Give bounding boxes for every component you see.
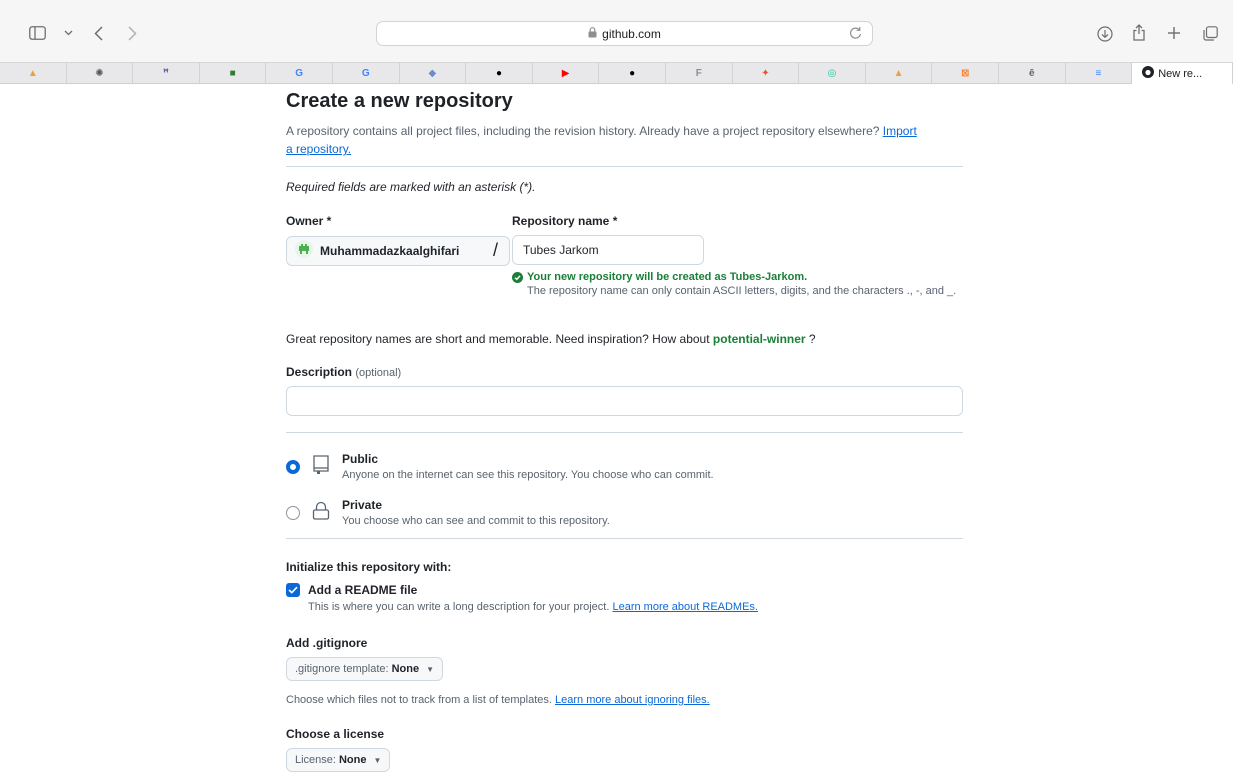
visibility-public-option[interactable]: Public Anyone on the internet can see th… bbox=[286, 452, 714, 481]
description-label: Description (optional) bbox=[286, 365, 402, 379]
back-icon[interactable] bbox=[91, 24, 105, 42]
active-tab-title: New re... bbox=[1158, 67, 1203, 80]
readme-desc: This is where you can write a long descr… bbox=[308, 601, 758, 613]
browser-tab[interactable]: ■ bbox=[200, 63, 267, 84]
private-radio[interactable] bbox=[286, 506, 300, 520]
browser-tab[interactable]: ● bbox=[466, 63, 533, 84]
browser-tab[interactable]: ✺ bbox=[67, 63, 134, 84]
repo-name-validation: Your new repository will be created as T… bbox=[512, 271, 972, 298]
teams-icon: ꟸ bbox=[162, 67, 170, 79]
name-suggestion: Great repository names are short and mem… bbox=[286, 332, 816, 346]
tab-bar: ▲ ✺ ꟸ ■ G G ◆ ● ▶ ● F ✦ ◎ ▲ ⊠ ē ≡ New re... bbox=[0, 62, 1233, 84]
license-heading: Choose a license bbox=[286, 727, 385, 741]
caret-down-icon: ▼ bbox=[426, 664, 434, 674]
repo-name-label: Repository name * bbox=[512, 214, 618, 228]
visibility-private-option[interactable]: Private You choose who can see and commi… bbox=[286, 498, 610, 527]
docs-icon: ≡ bbox=[1095, 67, 1102, 79]
aws-stack-icon: ▲ bbox=[27, 67, 38, 79]
owner-label: Owner * bbox=[286, 214, 332, 228]
aws-stack-icon: ▲ bbox=[893, 67, 904, 79]
gitignore-help: Choose which files not to track from a l… bbox=[286, 694, 710, 706]
readme-checkbox[interactable] bbox=[286, 583, 300, 597]
figma-icon: ✦ bbox=[761, 67, 770, 79]
browser-tab[interactable]: ▲ bbox=[0, 63, 67, 84]
private-title: Private bbox=[342, 498, 383, 512]
owner-select[interactable]: Muhammadazkaalghifari bbox=[286, 236, 510, 266]
github-icon: ● bbox=[495, 67, 502, 79]
browser-tab[interactable]: ▶ bbox=[533, 63, 600, 84]
browser-tab[interactable]: ● bbox=[599, 63, 666, 84]
browser-tab[interactable]: ≡ bbox=[1066, 63, 1133, 84]
owner-name: Muhammadazkaalghifari bbox=[320, 244, 460, 258]
divider bbox=[286, 432, 963, 433]
forward-icon[interactable] bbox=[125, 24, 139, 42]
url-text: github.com bbox=[602, 26, 661, 41]
youtube-icon: ▶ bbox=[561, 67, 570, 79]
github-icon: ● bbox=[629, 67, 636, 79]
app-green-icon: ■ bbox=[229, 67, 236, 79]
gitignore-learn-more-link[interactable]: Learn more about ignoring files. bbox=[555, 694, 710, 706]
license-dropdown[interactable]: License: None ▼ bbox=[286, 748, 391, 772]
browser-tab[interactable]: ✦ bbox=[733, 63, 800, 84]
browser-tab[interactable]: F bbox=[666, 63, 733, 84]
google-icon: G bbox=[361, 67, 370, 79]
browser-tab[interactable]: ⊠ bbox=[932, 63, 999, 84]
suggested-name-button[interactable]: potential-winner bbox=[713, 332, 806, 346]
checkmark-icon bbox=[288, 586, 298, 594]
public-radio[interactable] bbox=[286, 460, 300, 474]
github-icon bbox=[1142, 65, 1155, 83]
owner-repo-separator: / bbox=[493, 240, 499, 260]
new-tab-icon[interactable] bbox=[1165, 24, 1183, 42]
divider bbox=[286, 166, 963, 167]
reload-icon[interactable] bbox=[849, 26, 862, 45]
public-title: Public bbox=[342, 452, 379, 466]
chevron-down-icon[interactable] bbox=[62, 27, 74, 39]
validation-message: Your new repository will be created as T… bbox=[527, 271, 808, 283]
browser-tab[interactable]: ē bbox=[999, 63, 1066, 84]
tab-overview-icon[interactable] bbox=[1201, 24, 1219, 42]
share-icon[interactable] bbox=[1130, 22, 1148, 42]
browser-tab[interactable]: ◎ bbox=[799, 63, 866, 84]
browser-tab[interactable]: G bbox=[266, 63, 333, 84]
browser-tab[interactable]: ꟸ bbox=[133, 63, 200, 84]
lock-icon bbox=[588, 25, 597, 43]
lead-text: A repository contains all project files,… bbox=[286, 124, 917, 156]
validation-note: The repository name can only contain ASC… bbox=[527, 285, 957, 297]
browser-tab[interactable]: ◆ bbox=[400, 63, 467, 84]
downloads-icon[interactable] bbox=[1096, 25, 1114, 43]
openai-icon: ✺ bbox=[95, 67, 104, 79]
address-bar[interactable]: github.com bbox=[376, 21, 873, 46]
epub-icon: ē bbox=[1029, 67, 1035, 79]
browser-tab[interactable]: ▲ bbox=[866, 63, 933, 84]
readme-learn-more-link[interactable]: Learn more about READMEs. bbox=[612, 601, 758, 613]
repo-icon bbox=[312, 454, 334, 478]
browser-toolbar: github.com bbox=[0, 0, 1233, 62]
xampp-icon: ⊠ bbox=[960, 67, 970, 79]
page-title: Create a new repository bbox=[286, 90, 513, 112]
readme-label[interactable]: Add a README file bbox=[308, 583, 417, 597]
repo-name-input[interactable] bbox=[512, 235, 704, 265]
avatar bbox=[295, 239, 313, 263]
divider bbox=[286, 538, 963, 539]
shield-icon: ◆ bbox=[428, 67, 437, 79]
drive-app-icon: ◎ bbox=[827, 67, 837, 79]
private-desc: You choose who can see and commit to thi… bbox=[342, 515, 610, 527]
description-input[interactable] bbox=[286, 386, 963, 416]
required-note: Required fields are marked with an aster… bbox=[286, 180, 536, 194]
gitignore-template-dropdown[interactable]: .gitignore template: None ▼ bbox=[286, 657, 443, 681]
lock-icon bbox=[312, 500, 334, 524]
public-desc: Anyone on the internet can see this repo… bbox=[342, 469, 714, 481]
caret-down-icon: ▼ bbox=[373, 755, 382, 765]
initialize-heading: Initialize this repository with: bbox=[286, 560, 452, 574]
sidebar-icon[interactable] bbox=[27, 25, 47, 41]
google-icon: G bbox=[295, 67, 304, 79]
gitignore-heading: Add .gitignore bbox=[286, 636, 368, 650]
active-browser-tab[interactable]: New re... bbox=[1132, 63, 1233, 84]
browser-tab[interactable]: G bbox=[333, 63, 400, 84]
check-circle-icon bbox=[512, 271, 523, 283]
app-gray-icon: F bbox=[695, 67, 702, 79]
